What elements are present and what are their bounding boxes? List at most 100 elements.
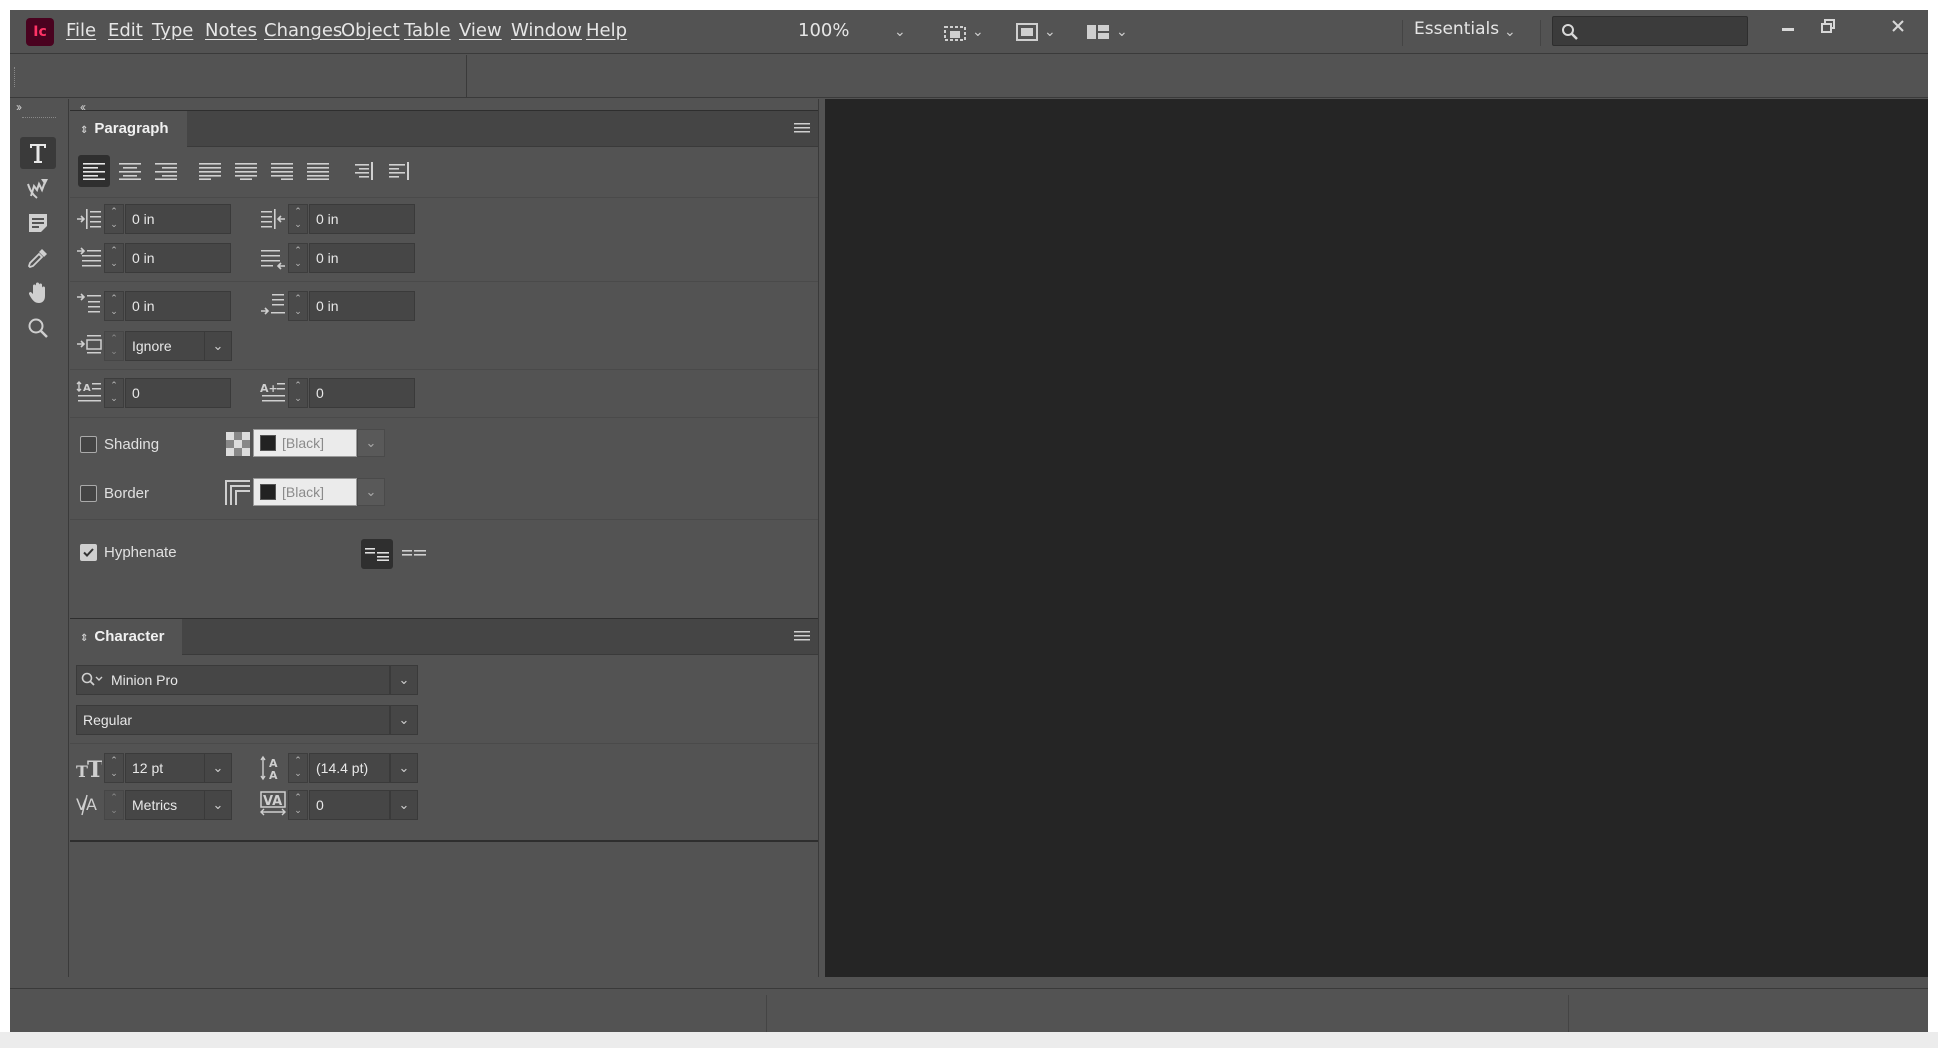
- align-to-grid-chevron-down-icon[interactable]: ⌄: [204, 331, 232, 361]
- font-size-chevron-down-icon[interactable]: ⌄: [204, 753, 232, 783]
- menu-view[interactable]: View: [459, 20, 502, 41]
- shading-chevron-down-icon[interactable]: ⌄: [357, 429, 385, 457]
- align-right-button[interactable]: [150, 155, 182, 187]
- single-line-composer-button[interactable]: [361, 539, 393, 569]
- first-line-indent-stepper[interactable]: ⌃ ⌄: [104, 243, 124, 273]
- font-family-chevron-down-icon[interactable]: ⌄: [390, 665, 418, 695]
- arrange-documents-chevron-down-icon[interactable]: ⌄: [1116, 23, 1128, 40]
- checkmark-icon: [83, 548, 94, 557]
- font-style-chevron-down-icon[interactable]: ⌄: [390, 705, 418, 735]
- align-left-button[interactable]: [78, 155, 110, 187]
- kerning-chevron-down-icon[interactable]: ⌄: [204, 790, 232, 820]
- align-center-button[interactable]: [114, 155, 146, 187]
- justify-all-button[interactable]: [302, 155, 334, 187]
- space-after-field[interactable]: 0 in: [309, 291, 415, 321]
- align-towards-spine-button[interactable]: [346, 155, 378, 187]
- justify-right-button[interactable]: [266, 155, 298, 187]
- leading-chevron-down-icon[interactable]: ⌄: [390, 753, 418, 783]
- right-indent-field[interactable]: 0 in: [309, 204, 415, 234]
- workspace-switcher[interactable]: Essentials: [1414, 19, 1499, 39]
- drop-cap-characters-field[interactable]: 0: [309, 378, 415, 408]
- space-before-field[interactable]: 0 in: [125, 291, 231, 321]
- last-line-indent-icon: [261, 250, 285, 270]
- font-size-stepper[interactable]: ⌃ ⌄: [104, 753, 124, 783]
- menu-file[interactable]: File: [66, 20, 96, 41]
- restore-button[interactable]: [1810, 14, 1846, 42]
- drop-cap-lines-stepper[interactable]: ⌃ ⌄: [104, 378, 124, 408]
- border-swatch-field[interactable]: [Black]: [253, 478, 357, 506]
- shading-settings-icon[interactable]: [225, 431, 251, 457]
- type-tool[interactable]: [20, 137, 56, 169]
- fit-view-chevron-down-icon[interactable]: ⌄: [1044, 23, 1056, 40]
- kerning-field[interactable]: Metrics: [125, 790, 205, 820]
- shading-swatch-field[interactable]: [Black]: [253, 429, 357, 457]
- menu-notes[interactable]: Notes: [205, 20, 257, 41]
- drop-cap-characters-icon: A+: [260, 382, 285, 402]
- panel-menu-icon[interactable]: [794, 629, 810, 643]
- control-bar-grip[interactable]: [14, 67, 18, 87]
- tools-grip[interactable]: [22, 117, 56, 121]
- menu-object[interactable]: Object: [341, 20, 400, 41]
- character-panel-tab[interactable]: ⇕ Character: [70, 619, 183, 655]
- justify-center-button[interactable]: [230, 155, 262, 187]
- workspace-chevron-down-icon[interactable]: ⌄: [1504, 23, 1516, 40]
- border-chevron-down-icon[interactable]: ⌄: [357, 478, 385, 506]
- hand-tool[interactable]: [20, 277, 56, 309]
- tracking-field[interactable]: 0: [309, 790, 390, 820]
- border-settings-icon[interactable]: [225, 480, 251, 506]
- font-size-field[interactable]: 12 pt: [125, 753, 205, 783]
- leading-field[interactable]: (14.4 pt): [309, 753, 390, 783]
- font-family-field[interactable]: Minion Pro: [76, 665, 390, 695]
- screen-mode-icon[interactable]: [942, 22, 968, 42]
- search-input[interactable]: [1552, 16, 1748, 46]
- multi-line-composer-button[interactable]: [398, 539, 430, 569]
- tracking-stepper[interactable]: ⌃ ⌄: [288, 790, 308, 820]
- drop-cap-lines-field[interactable]: 0: [125, 378, 231, 408]
- arrange-documents-icon[interactable]: [1085, 22, 1111, 42]
- drop-cap-characters-stepper[interactable]: ⌃ ⌄: [288, 378, 308, 408]
- last-line-indent-field[interactable]: 0 in: [309, 243, 415, 273]
- minimize-button[interactable]: [1770, 14, 1806, 42]
- document-area[interactable]: [825, 99, 1928, 977]
- expand-tools-icon[interactable]: ››: [16, 100, 22, 114]
- left-indent-field[interactable]: 0 in: [125, 204, 231, 234]
- paragraph-panel-tab[interactable]: ⇕ Paragraph: [70, 111, 187, 147]
- leading-stepper[interactable]: ⌃ ⌄: [288, 753, 308, 783]
- shading-checkbox[interactable]: [80, 436, 97, 453]
- font-style-field[interactable]: Regular: [76, 705, 390, 735]
- space-before-stepper[interactable]: ⌃ ⌄: [104, 291, 124, 321]
- left-indent-stepper[interactable]: ⌃ ⌄: [104, 204, 124, 234]
- first-line-indent-icon: [77, 247, 101, 267]
- zoom-level[interactable]: 100%: [798, 20, 849, 41]
- menu-edit[interactable]: Edit: [108, 20, 143, 41]
- border-checkbox[interactable]: [80, 485, 97, 502]
- tracking-chevron-down-icon[interactable]: ⌄: [390, 790, 418, 820]
- menu-window[interactable]: Window: [511, 20, 582, 41]
- close-button[interactable]: [1880, 14, 1916, 42]
- drop-cap-lines-icon: A: [76, 381, 101, 402]
- hyphenate-checkbox[interactable]: [80, 544, 97, 561]
- eyedropper-tool[interactable]: [20, 242, 56, 274]
- zoom-chevron-down-icon[interactable]: ⌄: [894, 23, 906, 40]
- space-after-stepper[interactable]: ⌃ ⌄: [288, 291, 308, 321]
- align-to-grid-stepper[interactable]: ⌃ ⌄: [104, 331, 124, 361]
- panel-menu-icon[interactable]: [794, 121, 810, 135]
- row-divider: [70, 519, 818, 520]
- menu-help[interactable]: Help: [586, 20, 627, 41]
- fit-view-icon[interactable]: [1014, 22, 1040, 42]
- menu-table[interactable]: Table: [404, 20, 451, 41]
- menu-changes[interactable]: Changes: [264, 20, 342, 41]
- align-to-grid-select[interactable]: Ignore: [125, 331, 205, 361]
- note-tool[interactable]: [20, 207, 56, 239]
- panel-splitter[interactable]: [818, 99, 825, 977]
- screen-mode-chevron-down-icon[interactable]: ⌄: [972, 23, 984, 40]
- last-line-indent-stepper[interactable]: ⌃ ⌄: [288, 243, 308, 273]
- kerning-stepper[interactable]: ⌃ ⌄: [104, 790, 124, 820]
- menu-type[interactable]: Type: [152, 20, 193, 41]
- zoom-tool[interactable]: [20, 312, 56, 344]
- right-indent-stepper[interactable]: ⌃ ⌄: [288, 204, 308, 234]
- align-away-from-spine-button[interactable]: [382, 155, 414, 187]
- first-line-indent-field[interactable]: 0 in: [125, 243, 231, 273]
- justify-left-button[interactable]: [194, 155, 226, 187]
- position-tool[interactable]: [20, 172, 56, 204]
